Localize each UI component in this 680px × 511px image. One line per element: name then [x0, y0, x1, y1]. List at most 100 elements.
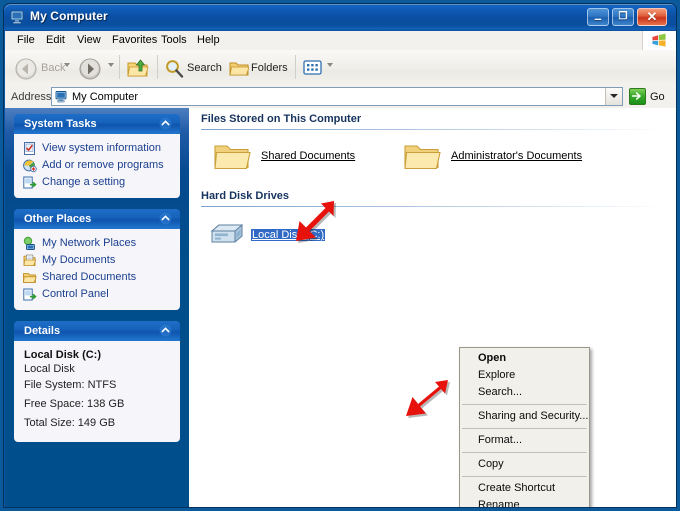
- my-computer-window: My Computer – ❐ ✕ File Edit View Favorit…: [3, 3, 677, 508]
- client-area: System Tasks View system information Add…: [5, 108, 676, 507]
- views-dropdown-icon[interactable]: [327, 63, 333, 67]
- context-menu-item-copy[interactable]: Copy: [460, 456, 589, 473]
- folder-icon[interactable]: [213, 140, 251, 172]
- sidebar-item-label: Add or remove programs: [42, 159, 164, 171]
- my-computer-small-icon: [55, 91, 67, 103]
- forward-dropdown-icon[interactable]: [108, 63, 114, 67]
- back-arrow-icon: [15, 58, 37, 80]
- sidebar-item-my-documents[interactable]: My Documents: [14, 252, 180, 269]
- change-setting-icon: [23, 176, 37, 189]
- menu-item-file[interactable]: File: [13, 34, 39, 46]
- task-sidebar: System Tasks View system information Add…: [5, 108, 189, 507]
- address-bar: Address My Computer Go: [5, 86, 676, 109]
- search-label: Search: [187, 62, 222, 74]
- context-menu-separator: [462, 476, 587, 477]
- folders-icon: [229, 62, 249, 76]
- views-button[interactable]: [303, 53, 325, 83]
- panel-details-body: Local Disk (C:) Local Disk File System: …: [14, 341, 180, 442]
- minimize-icon: –: [594, 11, 602, 26]
- maximize-button[interactable]: ❐: [612, 8, 634, 26]
- back-label: Back: [41, 62, 66, 74]
- back-button[interactable]: Back: [13, 53, 75, 83]
- sidebar-item-my-network-places[interactable]: My Network Places: [14, 235, 180, 252]
- chevron-up-icon[interactable]: [159, 117, 172, 130]
- detail-file-system: File System: NTFS: [24, 379, 117, 391]
- close-button[interactable]: ✕: [637, 8, 667, 26]
- up-folder-icon: [127, 59, 149, 77]
- up-button[interactable]: [125, 53, 153, 83]
- back-dropdown-icon[interactable]: [64, 63, 70, 67]
- sidebar-item-label: My Documents: [42, 254, 116, 266]
- panel-title: Details: [24, 325, 61, 337]
- panel-other-places-header[interactable]: Other Places: [14, 209, 180, 229]
- context-menu[interactable]: Open Explore Search... Sharing and Secur…: [459, 347, 590, 507]
- panel-other-places: Other Places My Network Places My Docume…: [14, 209, 180, 310]
- title-bar[interactable]: My Computer – ❐ ✕: [4, 4, 676, 31]
- address-input[interactable]: My Computer: [51, 87, 623, 106]
- views-icon: [303, 60, 322, 75]
- panel-system-tasks: System Tasks View system information Add…: [14, 114, 180, 198]
- panel-system-tasks-body: View system information Add or remove pr…: [14, 134, 180, 198]
- sidebar-item-label: Shared Documents: [42, 271, 137, 283]
- address-value: My Computer: [72, 91, 139, 103]
- chevron-up-icon[interactable]: [159, 212, 172, 225]
- forward-button[interactable]: [77, 53, 103, 83]
- item-label-local-disk-c[interactable]: Local Disk (C:): [251, 229, 326, 241]
- control-panel-icon: [23, 288, 37, 301]
- context-menu-separator: [462, 452, 587, 453]
- group-header-files-stored: Files Stored on This Computer: [201, 113, 362, 125]
- toolbar-separator-3: [295, 55, 296, 79]
- sidebar-item-label: Control Panel: [42, 288, 109, 300]
- menu-item-edit[interactable]: Edit: [42, 34, 69, 46]
- my-documents-icon: [23, 254, 37, 267]
- detail-disk-type: Local Disk: [24, 363, 75, 375]
- sidebar-item-label: View system information: [42, 142, 162, 154]
- sidebar-item-change-a-setting[interactable]: Change a setting: [14, 174, 180, 191]
- hard-disk-icon[interactable]: [207, 220, 247, 250]
- context-menu-item-format[interactable]: Format...: [460, 432, 589, 449]
- menu-item-favorites[interactable]: Favorites: [108, 34, 161, 46]
- group-divider: [201, 129, 663, 130]
- detail-free-space: Free Space: 138 GB: [24, 398, 125, 410]
- shared-documents-icon: [23, 273, 37, 283]
- context-menu-item-open[interactable]: Open: [460, 350, 589, 367]
- context-menu-item-sharing-and-security[interactable]: Sharing and Security...: [460, 408, 589, 425]
- toolbar-separator-2: [157, 55, 158, 79]
- panel-system-tasks-header[interactable]: System Tasks: [14, 114, 180, 134]
- add-remove-programs-icon: [23, 159, 37, 173]
- panel-details: Details Local Disk (C:) Local Disk File …: [14, 321, 180, 442]
- folders-button[interactable]: Folders: [227, 53, 291, 83]
- sidebar-item-label: Change a setting: [42, 176, 126, 188]
- panel-title: System Tasks: [24, 118, 97, 130]
- context-menu-item-rename[interactable]: Rename: [460, 497, 589, 507]
- chevron-up-icon[interactable]: [159, 324, 172, 337]
- windows-logo-box: [642, 31, 676, 50]
- search-button[interactable]: Search: [163, 53, 225, 83]
- context-menu-item-create-shortcut[interactable]: Create Shortcut: [460, 480, 589, 497]
- panel-details-header[interactable]: Details: [14, 321, 180, 341]
- address-dropdown-button[interactable]: [605, 88, 622, 105]
- context-menu-item-explore[interactable]: Explore: [460, 367, 589, 384]
- toolbar: Back Search Folders: [5, 50, 676, 87]
- file-list-pane[interactable]: Files Stored on This Computer Shared Doc…: [189, 108, 676, 507]
- sidebar-item-shared-documents[interactable]: Shared Documents: [14, 269, 180, 286]
- menu-item-help[interactable]: Help: [193, 34, 224, 46]
- go-arrow-icon: [629, 88, 646, 105]
- sidebar-item-add-or-remove-programs[interactable]: Add or remove programs: [14, 157, 180, 174]
- context-menu-item-search[interactable]: Search...: [460, 384, 589, 401]
- group-header-hard-disk-drives: Hard Disk Drives: [201, 190, 290, 202]
- sidebar-item-view-system-information[interactable]: View system information: [14, 140, 180, 157]
- item-label-shared-documents[interactable]: Shared Documents: [261, 150, 355, 162]
- detail-disk-name: Local Disk (C:): [24, 349, 102, 361]
- toolbar-separator: [119, 55, 120, 79]
- sidebar-item-control-panel[interactable]: Control Panel: [14, 286, 180, 303]
- folder-icon[interactable]: [403, 140, 441, 172]
- minimize-button[interactable]: –: [587, 8, 609, 26]
- menu-item-view[interactable]: View: [73, 34, 105, 46]
- forward-arrow-icon: [79, 58, 101, 80]
- address-label: Address: [11, 91, 52, 103]
- my-computer-icon: [10, 10, 24, 24]
- network-places-icon: [23, 236, 35, 250]
- menu-item-tools[interactable]: Tools: [157, 34, 191, 46]
- item-label-administrators-documents[interactable]: Administrator's Documents: [451, 150, 582, 162]
